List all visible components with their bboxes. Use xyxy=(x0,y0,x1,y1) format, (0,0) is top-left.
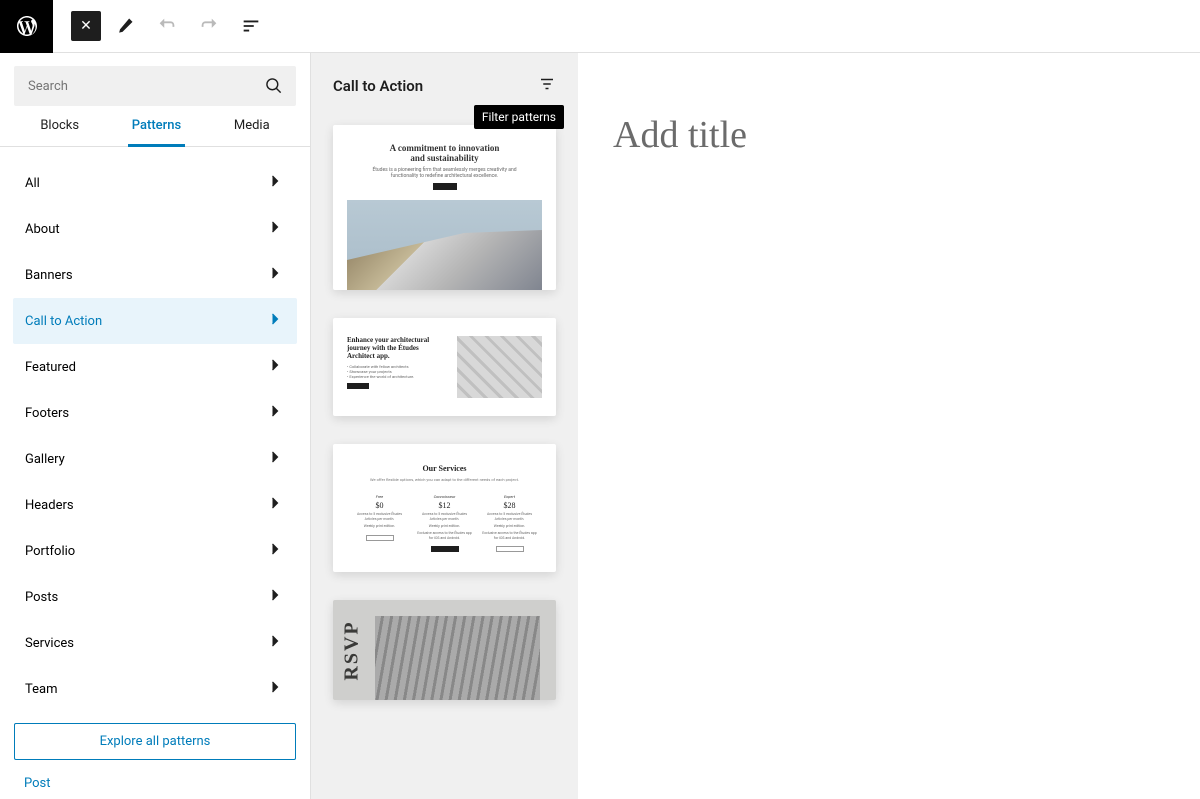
inserter-tabs: Blocks Patterns Media xyxy=(0,106,310,147)
card-text: Études is a pioneering firm that seamles… xyxy=(367,167,522,179)
category-item[interactable]: All xyxy=(13,160,297,206)
filter-tooltip: Filter patterns xyxy=(474,105,564,129)
tier-name: Expert xyxy=(481,494,538,499)
tier-desc: Access to 5 exclusive Études Articles pe… xyxy=(416,512,473,522)
card-heading: Our Services xyxy=(351,464,538,473)
category-item[interactable]: Gallery xyxy=(13,436,297,482)
chevron-right-icon xyxy=(265,263,285,287)
card-heading: A commitment to innovation xyxy=(347,143,542,153)
card-button-preview xyxy=(433,183,457,190)
pattern-card[interactable]: Enhance your architectural journey with … xyxy=(333,318,556,416)
category-label: Team xyxy=(25,682,58,697)
chevron-right-icon xyxy=(265,585,285,609)
tab-media[interactable]: Media xyxy=(230,118,274,146)
chevron-right-icon xyxy=(265,539,285,563)
explore-patterns-button[interactable]: Explore all patterns xyxy=(14,723,296,760)
search-icon xyxy=(264,76,284,100)
tier-desc: Weekly print edition. xyxy=(481,524,538,529)
category-item[interactable]: About xyxy=(13,206,297,252)
rsvp-text: RSVP xyxy=(341,620,364,680)
card-button-preview xyxy=(366,535,394,541)
tab-blocks[interactable]: Blocks xyxy=(36,118,83,146)
tier-desc: Exclusive access to the Études app for i… xyxy=(416,531,473,541)
tier-price: $0 xyxy=(351,501,408,510)
tier-name: Free xyxy=(351,494,408,499)
post-title-placeholder[interactable]: Add title xyxy=(613,113,1165,157)
chevron-right-icon xyxy=(265,309,285,333)
tier-name: Connoisseur xyxy=(416,494,473,499)
search-input[interactable] xyxy=(14,66,296,106)
pattern-card[interactable]: RSVP xyxy=(333,600,556,700)
category-item[interactable]: Featured xyxy=(13,344,297,390)
card-heading: and sustainability xyxy=(347,153,542,163)
filter-patterns-button[interactable] xyxy=(538,75,556,97)
card-button-preview xyxy=(347,383,369,389)
redo-icon[interactable] xyxy=(191,8,227,44)
category-item[interactable]: Banners xyxy=(13,252,297,298)
top-toolbar: ✕ xyxy=(0,0,1200,53)
category-item[interactable]: Footers xyxy=(13,390,297,436)
tier-desc: Weekly print edition. xyxy=(416,524,473,529)
patterns-panel: Call to Action Filter patterns A commitm… xyxy=(311,53,578,799)
undo-icon[interactable] xyxy=(149,8,185,44)
category-item[interactable]: Team xyxy=(13,666,297,712)
card-heading: Enhance your architectural journey with … xyxy=(347,336,447,360)
category-item[interactable]: Call to Action xyxy=(13,298,297,344)
category-label: Gallery xyxy=(25,452,65,467)
wordpress-logo[interactable] xyxy=(0,0,53,53)
card-image-preview xyxy=(347,200,542,290)
category-item[interactable]: Headers xyxy=(13,482,297,528)
inserter-sidebar: Blocks Patterns Media All About Banners Cal… xyxy=(0,53,311,799)
chevron-right-icon xyxy=(265,355,285,379)
tier-desc: Exclusive access to the Études app for i… xyxy=(481,531,538,541)
tier-price: $12 xyxy=(416,501,473,510)
chevron-right-icon xyxy=(265,171,285,195)
category-label: Posts xyxy=(25,590,58,605)
category-label: Call to Action xyxy=(25,314,102,329)
list-item: Experience the world of architecture. xyxy=(347,374,447,379)
category-label: Portfolio xyxy=(25,544,75,559)
edit-icon[interactable] xyxy=(107,8,143,44)
category-list: All About Banners Call to Action Featured Foo… xyxy=(0,147,310,715)
chevron-right-icon xyxy=(265,677,285,701)
card-button-preview xyxy=(431,546,459,552)
panel-title: Call to Action xyxy=(333,77,423,95)
category-item[interactable]: Portfolio xyxy=(13,528,297,574)
category-item[interactable]: Testimonials xyxy=(13,712,297,715)
category-label: Headers xyxy=(25,498,74,513)
chevron-right-icon xyxy=(265,401,285,425)
document-overview-icon[interactable] xyxy=(233,8,269,44)
tier-desc: Access to 5 exclusive Études Articles pe… xyxy=(351,512,408,522)
category-item[interactable]: Posts xyxy=(13,574,297,620)
chevron-right-icon xyxy=(265,493,285,517)
chevron-right-icon xyxy=(265,447,285,471)
category-label: All xyxy=(25,176,40,191)
category-label: Footers xyxy=(25,406,69,421)
card-button-preview xyxy=(496,546,524,552)
category-label: About xyxy=(25,222,60,237)
chevron-right-icon xyxy=(265,631,285,655)
pattern-card[interactable]: A commitment to innovation and sustainab… xyxy=(333,125,556,290)
editor-canvas[interactable]: Add title xyxy=(578,53,1200,799)
category-label: Services xyxy=(25,636,74,651)
tab-patterns[interactable]: Patterns xyxy=(128,118,185,147)
card-text: We offer flexible options, which you can… xyxy=(370,477,520,482)
chevron-right-icon xyxy=(265,217,285,241)
card-image-preview xyxy=(457,336,542,398)
category-label: Featured xyxy=(25,360,76,375)
category-item[interactable]: Services xyxy=(13,620,297,666)
tier-desc: Weekly print edition. xyxy=(351,524,408,529)
category-label: Banners xyxy=(25,268,73,283)
card-image-preview xyxy=(375,616,540,700)
tier-price: $28 xyxy=(481,501,538,510)
footer-link-post[interactable]: Post xyxy=(0,768,310,799)
close-inserter-button[interactable]: ✕ xyxy=(71,11,101,41)
pattern-card[interactable]: Our Services We offer flexible options, … xyxy=(333,444,556,572)
tier-desc: Access to 5 exclusive Études Articles pe… xyxy=(481,512,538,522)
close-icon: ✕ xyxy=(80,18,92,34)
